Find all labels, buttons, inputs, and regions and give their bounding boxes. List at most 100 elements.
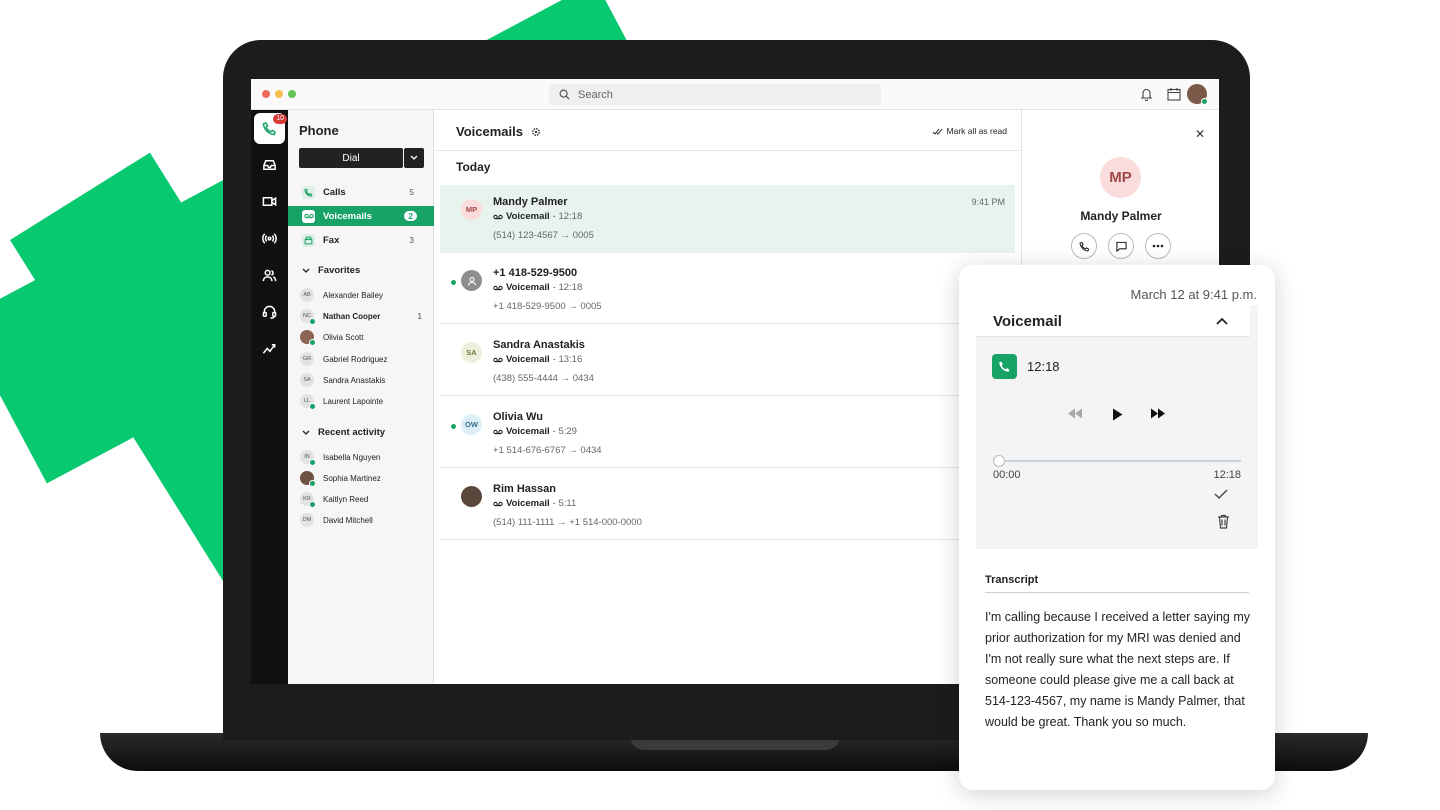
trash-icon[interactable] xyxy=(1217,514,1230,529)
fast-forward-icon[interactable] xyxy=(1150,408,1166,419)
inbox-icon xyxy=(263,160,276,170)
sidebar-item-label: Calls xyxy=(323,186,346,198)
voicemail-row[interactable]: Rim Hassan Voicemail - 5:11 (514) 111-11… xyxy=(440,472,1015,540)
voicemail-row[interactable]: SA Sandra Anastakis Voicemail - 13:16 (4… xyxy=(440,328,1015,396)
window-maximize-dot[interactable] xyxy=(288,90,296,98)
phone-icon xyxy=(992,354,1017,379)
voicemail-icon xyxy=(493,501,503,506)
contact-count: 1 xyxy=(417,311,422,321)
chevron-down-icon xyxy=(302,430,310,435)
page-title: Voicemails xyxy=(456,124,541,139)
voicemail-row[interactable]: +1 418-529-9500 Voicemail - 12:18 +1 418… xyxy=(440,256,1015,324)
voicemail-date: March 12 at 9:41 p.m. xyxy=(1130,287,1257,302)
play-icon[interactable] xyxy=(1112,408,1123,421)
contact-name: Mandy Palmer xyxy=(1080,209,1162,223)
online-status-dot xyxy=(309,403,316,410)
avatar: GR xyxy=(300,352,314,366)
mark-all-read-label: Mark all as read xyxy=(946,126,1007,136)
double-check-icon xyxy=(932,128,942,135)
avatar: IN xyxy=(300,450,316,466)
search-bar[interactable]: Search xyxy=(549,84,881,105)
voicemail-meta: Voicemail - 13:16 xyxy=(493,354,582,365)
check-icon[interactable] xyxy=(1214,489,1228,499)
favorite-contact[interactable]: AB Alexander Bailey xyxy=(300,288,428,302)
contact-name: Sandra Anastakis xyxy=(323,375,386,385)
sidebar-item-label: Fax xyxy=(323,234,340,246)
favorite-contact[interactable]: GR Gabriel Rodriguez xyxy=(300,352,428,366)
recent-contact[interactable]: DM David Mitchell xyxy=(300,513,428,527)
unread-dot xyxy=(451,424,456,429)
call-route: (514) 111-1111 → +1 514-000-0000 xyxy=(493,517,642,528)
avatar[interactable] xyxy=(1187,84,1208,105)
rail-video[interactable] xyxy=(254,186,285,217)
contact-name: Isabella Nguyen xyxy=(323,452,381,462)
voicemail-meta: Voicemail - 12:18 xyxy=(493,282,582,293)
rail-contacts[interactable] xyxy=(254,260,285,291)
rail-analytics[interactable] xyxy=(254,333,285,364)
rewind-icon[interactable] xyxy=(1067,408,1083,419)
favorites-section-toggle[interactable]: Favorites xyxy=(302,265,360,276)
voicemail-row[interactable]: MP Mandy Palmer Voicemail - 12:18 (514) … xyxy=(440,185,1015,253)
dial-button[interactable]: Dial xyxy=(299,148,403,168)
window-close-dot[interactable] xyxy=(262,90,270,98)
message-button[interactable] xyxy=(1108,233,1134,259)
mark-all-read-button[interactable]: Mark all as read xyxy=(932,126,1007,136)
voicemail-duration: - 12:18 xyxy=(552,282,583,293)
close-icon[interactable]: ✕ xyxy=(1195,127,1205,141)
rail-broadcast[interactable] xyxy=(254,223,285,254)
sidebar-item-voicemails[interactable]: Voicemails 2 xyxy=(288,206,434,226)
more-options-button[interactable] xyxy=(1145,233,1171,259)
avatar xyxy=(300,330,316,346)
sidebar-item-calls[interactable]: Calls 5 xyxy=(288,182,434,202)
dial-options-button[interactable] xyxy=(404,148,424,168)
recent-contact[interactable]: IN Isabella Nguyen xyxy=(300,450,428,466)
avatar: SA xyxy=(461,342,482,363)
favorite-contact[interactable]: SA Sandra Anastakis xyxy=(300,373,428,387)
recent-activity-section-toggle[interactable]: Recent activity xyxy=(302,427,385,438)
favorites-heading: Favorites xyxy=(318,265,361,276)
contact-name: Sophia Martinez xyxy=(323,473,381,483)
contact-name: Alexander Bailey xyxy=(323,290,384,300)
transcript-text: I'm calling because I received a letter … xyxy=(985,610,1251,729)
voicemail-duration: - 12:18 xyxy=(552,211,583,222)
window-minimize-dot[interactable] xyxy=(275,90,283,98)
online-status-dot xyxy=(309,480,316,487)
voicemail-list-pane: Voicemails Mark all as read Today MP Man… xyxy=(435,110,1020,684)
phone-icon xyxy=(302,185,315,199)
bell-icon[interactable] xyxy=(1140,87,1153,101)
online-status-dot xyxy=(1201,98,1208,105)
rail-inbox[interactable] xyxy=(254,149,285,180)
playback-track[interactable] xyxy=(998,460,1241,462)
favorite-contact[interactable]: LL Laurent Lapointe xyxy=(300,394,428,410)
recent-contact[interactable]: Sophia Martinez xyxy=(300,471,428,487)
chevron-up-icon[interactable] xyxy=(1216,317,1228,325)
voicemail-panel-header[interactable]: Voicemail xyxy=(976,305,1250,337)
calendar-icon[interactable] xyxy=(1167,87,1181,101)
contacts-icon xyxy=(262,269,277,282)
gear-icon[interactable] xyxy=(531,127,541,137)
playback-scrubber[interactable] xyxy=(993,455,1005,467)
contact-name: Laurent Lapointe xyxy=(323,396,384,406)
call-route: (514) 123-4567 → 0005 xyxy=(493,230,594,241)
voicemail-panel-title: Voicemail xyxy=(993,313,1062,330)
recent-contact[interactable]: KR Kaitlyn Reed xyxy=(300,492,428,508)
voicemail-row[interactable]: OW Olivia Wu Voicemail - 5:29 +1 514-676… xyxy=(440,400,1015,468)
call-route: +1 418-529-9500 → 0005 xyxy=(493,301,602,312)
sidebar-item-fax[interactable]: Fax 3 xyxy=(288,230,434,250)
call-button[interactable] xyxy=(1071,233,1097,259)
broadcast-icon xyxy=(262,233,277,244)
voicemail-type: Voicemail xyxy=(506,354,550,365)
avatar: KR xyxy=(300,492,316,508)
search-placeholder: Search xyxy=(578,88,613,101)
transcript-heading: Transcript xyxy=(985,574,1039,586)
rail-phone[interactable]: 10 xyxy=(254,113,287,144)
favorite-contact[interactable]: Olivia Scott xyxy=(300,330,428,346)
more-icon xyxy=(1152,244,1164,248)
voicemail-time: 9:41 PM xyxy=(971,197,1005,207)
sidebar-item-count: 5 xyxy=(409,187,414,197)
rail-support[interactable] xyxy=(254,296,285,327)
voicemail-duration: - 13:16 xyxy=(552,354,583,365)
playback-current-time: 00:00 xyxy=(993,469,1021,481)
favorite-contact[interactable]: NC Nathan Cooper 1 xyxy=(300,309,428,325)
voicemail-icon xyxy=(493,429,503,434)
